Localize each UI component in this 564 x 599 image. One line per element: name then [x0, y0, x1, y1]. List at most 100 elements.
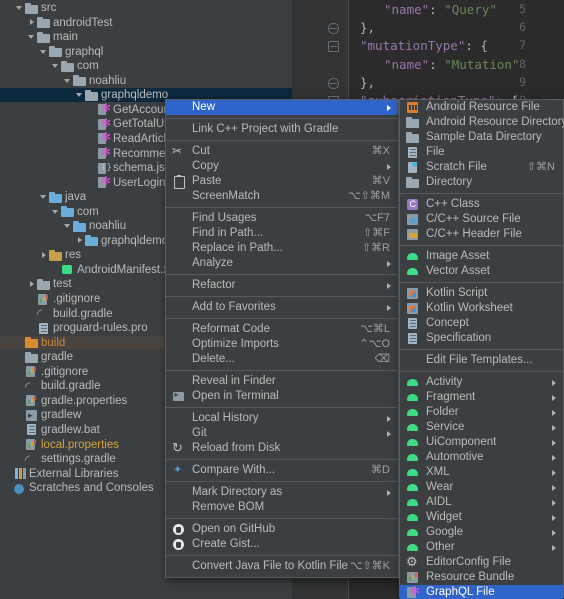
menu-item-git[interactable]: Git: [166, 426, 398, 441]
new-submenu[interactable]: Android Resource File Android Resource Di…: [399, 99, 564, 599]
menu-item-link-c-project-with-gradle[interactable]: Link C++ Project with Gradle: [166, 122, 398, 137]
chevron-down-icon[interactable]: [14, 1, 25, 15]
tree-row[interactable]: noahliu: [0, 74, 292, 88]
chevron-down-icon[interactable]: [62, 74, 73, 88]
menu-item-cut[interactable]: Cut ⌘X: [166, 144, 398, 159]
menu-item-find-in-path[interactable]: Find in Path... ⇧⌘F: [166, 226, 398, 241]
menu-item-wear[interactable]: Wear: [400, 480, 563, 495]
menu-item-label: EditorConfig File: [426, 556, 512, 568]
menu-item-other[interactable]: Other: [400, 540, 563, 555]
menu-item-add-to-favorites[interactable]: Add to Favorites: [166, 300, 398, 315]
menu-item-resource-bundle[interactable]: Resource Bundle: [400, 570, 563, 585]
menu-item-label: Analyze: [192, 257, 233, 269]
chevron-down-icon[interactable]: [74, 88, 85, 102]
menu-item-c-class[interactable]: C++ Class: [400, 197, 563, 212]
menu-item-android-resource-directory[interactable]: Android Resource Directory: [400, 115, 564, 130]
androidres-icon: [406, 101, 419, 114]
tree-row[interactable]: main: [0, 30, 292, 44]
tree-arrow-spacer: [86, 132, 97, 146]
menu-item-replace-in-path[interactable]: Replace in Path... ⇧⌘R: [166, 241, 398, 256]
tree-arrow-spacer: [26, 292, 37, 306]
menu-item-paste[interactable]: Paste ⌘V: [166, 174, 398, 189]
menu-item-fragment[interactable]: Fragment: [400, 390, 563, 405]
menu-item-new[interactable]: New: [166, 100, 398, 115]
menu-item-xml[interactable]: XML: [400, 465, 563, 480]
code-fold-toggle[interactable]: [328, 77, 339, 89]
menu-item-aidl[interactable]: AIDL: [400, 495, 563, 510]
menu-item-c-c-header-file[interactable]: C/C++ Header File: [400, 227, 563, 242]
tree-row[interactable]: com: [0, 59, 292, 73]
menu-item-reformat-code[interactable]: Reformat Code ⌥⌘L: [166, 322, 398, 337]
menu-item-sample-data-directory[interactable]: Sample Data Directory: [400, 130, 563, 145]
menu-item-reveal-in-finder[interactable]: Reveal in Finder: [166, 374, 398, 389]
chevron-right-icon[interactable]: [26, 277, 37, 291]
menu-item-kotlin-script[interactable]: Kotlin Script: [400, 286, 563, 301]
menu-item-optimize-imports[interactable]: Optimize Imports ⌃⌥O: [166, 337, 398, 352]
chevron-right-icon: [387, 416, 391, 422]
menu-item-remove-bom[interactable]: Remove BOM: [166, 500, 398, 515]
menu-item-mark-directory-as[interactable]: Mark Directory as: [166, 485, 398, 500]
menu-item-open-on-github[interactable]: Open on GitHub: [166, 522, 398, 537]
chevron-right-icon[interactable]: [38, 248, 49, 262]
menu-item-android-resource-file[interactable]: Android Resource File: [400, 100, 563, 115]
menu-item-open-in-terminal[interactable]: Open in Terminal: [166, 388, 398, 404]
menu-item-concept[interactable]: Concept: [400, 316, 563, 331]
code-fold-toggle[interactable]: [328, 41, 339, 53]
menu-item-automotive[interactable]: Automotive: [400, 450, 563, 465]
menu-item-copy[interactable]: Copy: [166, 159, 398, 174]
chevron-right-icon[interactable]: [74, 234, 85, 248]
menu-item-google[interactable]: Google: [400, 525, 563, 540]
menu-item-convert-java-file-to-kotlin-file[interactable]: Convert Java File to Kotlin File ⌥⇧⌘K: [166, 559, 398, 574]
gradle-icon: [37, 307, 50, 320]
menu-item-label: File: [426, 146, 445, 158]
chevron-right-icon[interactable]: [26, 16, 37, 30]
menu-item-reload-from-disk[interactable]: Reload from Disk: [166, 440, 398, 456]
chevron-down-icon[interactable]: [38, 190, 49, 204]
menu-item-specification[interactable]: Specification: [400, 331, 563, 346]
menu-item-file[interactable]: File: [400, 145, 563, 160]
chevron-down-icon[interactable]: [26, 30, 37, 44]
menu-item-service[interactable]: Service: [400, 420, 563, 435]
tree-row[interactable]: graphql: [0, 45, 292, 59]
menu-item-widget[interactable]: Widget: [400, 510, 563, 525]
menu-item-edit-file-templates[interactable]: Edit File Templates...: [400, 353, 563, 368]
chevron-down-icon[interactable]: [50, 205, 61, 219]
menu-item-vector-asset[interactable]: Vector Asset: [400, 264, 563, 279]
menu-item-delete[interactable]: Delete... ⌫: [166, 352, 398, 367]
menu-item-activity[interactable]: Activity: [400, 375, 563, 390]
menu-item-folder[interactable]: Folder: [400, 405, 563, 420]
menu-item-image-asset[interactable]: Image Asset: [400, 249, 563, 264]
menu-item-uicomponent[interactable]: UiComponent: [400, 435, 563, 450]
menu-item-analyze[interactable]: Analyze: [166, 256, 398, 271]
chevron-down-icon[interactable]: [50, 59, 61, 73]
menu-item-label: Add to Favorites: [192, 301, 276, 313]
chevron-down-icon[interactable]: [38, 45, 49, 59]
menu-item-editorconfig-file[interactable]: EditorConfig File: [400, 555, 563, 570]
menu-item-create-gist[interactable]: Create Gist...: [166, 537, 398, 552]
tree-row[interactable]: src: [0, 1, 292, 15]
menu-item-directory[interactable]: Directory: [400, 175, 563, 190]
tree-arrow-spacer: [86, 176, 97, 190]
menu-item-refactor[interactable]: Refactor: [166, 278, 398, 293]
menu-item-screenmatch[interactable]: ScreenMatch ⌥⇧⌘M: [166, 189, 398, 204]
menu-item-compare-with[interactable]: Compare With... ⌘D: [166, 463, 398, 478]
menu-item-kotlin-worksheet[interactable]: Kotlin Worksheet: [400, 301, 563, 316]
tree-arrow-spacer: [14, 394, 25, 408]
menu-item-c-c-source-file[interactable]: C/C++ Source File: [400, 212, 563, 227]
context-menu[interactable]: New Link C++ Project with Gradle Cut ⌘X Copy…: [165, 99, 399, 578]
tree-row-label: build.gradle: [41, 380, 101, 393]
chevron-down-icon[interactable]: [62, 219, 73, 233]
tree-arrow-spacer: [86, 161, 97, 175]
menu-item-graphql-file[interactable]: GraphQL File: [400, 584, 563, 599]
tree-row[interactable]: androidTest: [0, 16, 292, 30]
code-fold-toggle[interactable]: [328, 23, 339, 35]
chevron-right-icon: [552, 485, 556, 491]
menu-item-find-usages[interactable]: Find Usages ⌥F7: [166, 211, 398, 226]
tree-row-label: androidTest: [53, 16, 113, 29]
menu-item-local-history[interactable]: Local History: [166, 411, 398, 426]
menu-item-scratch-file[interactable]: Scratch File ⇧⌘N: [400, 160, 563, 175]
